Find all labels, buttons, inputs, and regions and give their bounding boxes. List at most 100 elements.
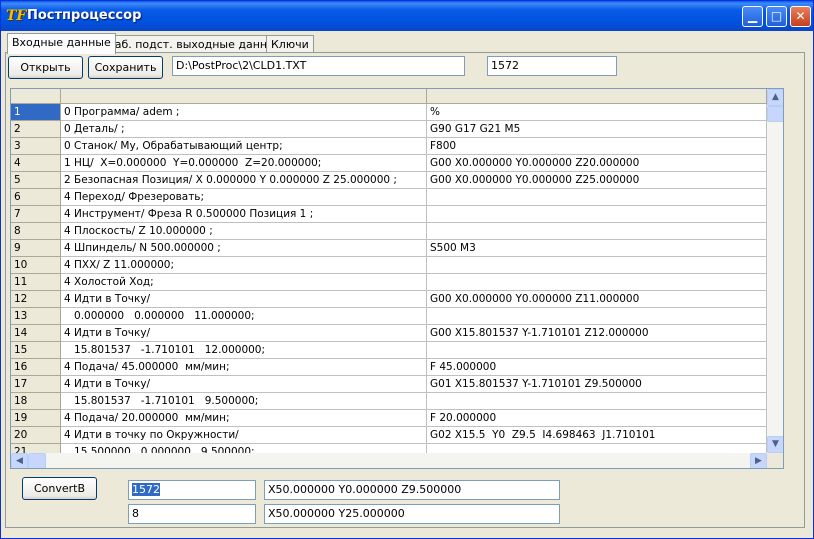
- close-button[interactable]: ✕: [790, 6, 811, 27]
- output-cell[interactable]: G01 X15.801537 Y-1.710101 Z9.500000: [427, 376, 767, 393]
- row-number-cell[interactable]: 10: [11, 257, 61, 274]
- row-number-cell[interactable]: 16: [11, 359, 61, 376]
- table-row[interactable]: 41 НЦ/ X=0.000000 Y=0.000000 Z=20.000000…: [11, 155, 767, 172]
- row-number-cell[interactable]: 2: [11, 121, 61, 138]
- row-number-cell[interactable]: 18: [11, 393, 61, 410]
- row-number-cell[interactable]: 9: [11, 240, 61, 257]
- horizontal-scrollbar[interactable]: ◀ ▶: [11, 453, 767, 468]
- input-cell[interactable]: 4 Идти в Точку/: [61, 325, 427, 342]
- table-row[interactable]: 64 Переход/ Фрезеровать;: [11, 189, 767, 206]
- input-cell[interactable]: 15.801537 -1.710101 12.000000;: [61, 342, 427, 359]
- output-cell[interactable]: G00 X15.801537 Y-1.710101 Z12.000000: [427, 325, 767, 342]
- row-number-cell[interactable]: 19: [11, 410, 61, 427]
- input-cell[interactable]: 4 Подача/ 45.000000 мм/мин;: [61, 359, 427, 376]
- input-cell[interactable]: 1 НЦ/ X=0.000000 Y=0.000000 Z=20.000000;: [61, 155, 427, 172]
- scroll-down-button[interactable]: ▼: [767, 436, 783, 453]
- output-cell[interactable]: [427, 393, 767, 410]
- header-output-column[interactable]: [427, 89, 767, 104]
- table-row[interactable]: 18 15.801537 -1.710101 9.500000;: [11, 393, 767, 410]
- header-input-column[interactable]: [61, 89, 427, 104]
- input-cell[interactable]: 0.000000 0.000000 11.000000;: [61, 308, 427, 325]
- table-row[interactable]: 13 0.000000 0.000000 11.000000;: [11, 308, 767, 325]
- row-number-cell[interactable]: 7: [11, 206, 61, 223]
- row-number-cell[interactable]: 17: [11, 376, 61, 393]
- table-row[interactable]: 17 4 Идти в Точку/G01 X15.801537 Y-1.7101…: [11, 376, 767, 393]
- output-cell[interactable]: S500 M3: [427, 240, 767, 257]
- row-number-cell[interactable]: 13: [11, 308, 61, 325]
- output-cell[interactable]: [427, 223, 767, 240]
- input-cell[interactable]: 4 Плоскость/ Z 10.000000 ;: [61, 223, 427, 240]
- row-number-cell[interactable]: 6: [11, 189, 61, 206]
- row-number-cell[interactable]: 11: [11, 274, 61, 291]
- table-row[interactable]: 15 15.801537 -1.710101 12.000000;: [11, 342, 767, 359]
- table-row[interactable]: 20 Деталь/ ; G90 G17 G21 M5: [11, 121, 767, 138]
- output-cell[interactable]: G00 X0.000000 Y0.000000 Z20.000000: [427, 155, 767, 172]
- current-line-field[interactable]: 1572: [128, 480, 256, 500]
- tab-keys[interactable]: Ключи: [266, 35, 314, 53]
- table-row[interactable]: 10 4 ПХХ/ Z 11.000000;: [11, 257, 767, 274]
- table-row[interactable]: 74 Инструмент/ Фреза R 0.500000 Позиция …: [11, 206, 767, 223]
- input-cell[interactable]: 4 Переход/ Фрезеровать;: [61, 189, 427, 206]
- table-row[interactable]: 12 4 Идти в Точку/G00 X0.000000 Y0.000000…: [11, 291, 767, 308]
- maximize-button[interactable]: □: [766, 6, 787, 27]
- output-cell[interactable]: G90 G17 G21 M5: [427, 121, 767, 138]
- secondary-output-field[interactable]: X50.000000 Y25.000000: [264, 504, 560, 524]
- input-cell[interactable]: 2 Безопасная Позиция/ X 0.000000 Y 0.000…: [61, 172, 427, 189]
- input-cell[interactable]: 4 Подача/ 20.000000 мм/мин;: [61, 410, 427, 427]
- tab-output-table[interactable]: Таб. подст. выходные данные: [103, 35, 288, 53]
- scroll-right-button[interactable]: ▶: [750, 453, 767, 468]
- table-row[interactable]: 94 Шпиндель/ N 500.000000 ; S500 M3: [11, 240, 767, 257]
- table-row[interactable]: 30 Станок/ Му, Обрабатывающий центр; F800: [11, 138, 767, 155]
- save-button[interactable]: Сохранить: [88, 56, 163, 79]
- vertical-scrollbar[interactable]: ▲ ▼: [767, 89, 783, 453]
- output-cell[interactable]: [427, 257, 767, 274]
- current-output-field[interactable]: X50.000000 Y0.000000 Z9.500000: [264, 480, 560, 500]
- row-number-cell[interactable]: 14: [11, 325, 61, 342]
- input-cell[interactable]: 4 Инструмент/ Фреза R 0.500000 Позиция 1…: [61, 206, 427, 223]
- convert-button[interactable]: ConvertB: [22, 477, 97, 500]
- output-cell[interactable]: [427, 206, 767, 223]
- table-row[interactable]: 19 4 Подача/ 20.000000 мм/мин; F 20.000000: [11, 410, 767, 427]
- data-grid[interactable]: 10 Программа/ adem ;% 2 0 Деталь/ ; G90 G17…: [10, 88, 784, 469]
- output-cell[interactable]: [427, 308, 767, 325]
- row-number-cell[interactable]: 1: [11, 104, 61, 121]
- line-count-field[interactable]: 1572: [487, 56, 617, 76]
- output-cell[interactable]: [427, 189, 767, 206]
- table-row[interactable]: 84 Плоскость/ Z 10.000000 ;: [11, 223, 767, 240]
- open-button[interactable]: Открыть: [8, 56, 83, 79]
- input-cell[interactable]: 0 Станок/ Му, Обрабатывающий центр;: [61, 138, 427, 155]
- scroll-left-button[interactable]: ◀: [11, 453, 28, 468]
- row-number-cell[interactable]: 20: [11, 427, 61, 444]
- output-cell[interactable]: F800: [427, 138, 767, 155]
- file-path-field[interactable]: D:\PostProc\2\CLD1.TXT: [172, 56, 465, 76]
- input-cell[interactable]: 4 Шпиндель/ N 500.000000 ;: [61, 240, 427, 257]
- minimize-button[interactable]: ▁: [742, 6, 763, 27]
- input-cell[interactable]: 4 Идти в Точку/: [61, 291, 427, 308]
- tab-input-data[interactable]: Входные данные: [7, 33, 116, 54]
- output-cell[interactable]: F 45.000000: [427, 359, 767, 376]
- output-cell[interactable]: G00 X0.000000 Y0.000000 Z11.000000: [427, 291, 767, 308]
- table-row[interactable]: 10 Программа/ adem ;%: [11, 104, 767, 121]
- output-cell[interactable]: [427, 274, 767, 291]
- table-row[interactable]: 11 4 Холостой Ход;: [11, 274, 767, 291]
- output-cell[interactable]: F 20.000000: [427, 410, 767, 427]
- input-cell[interactable]: 4 Идти в точку по Окружности/: [61, 427, 427, 444]
- input-cell[interactable]: 15.801537 -1.710101 9.500000;: [61, 393, 427, 410]
- title-bar[interactable]: TF Постпроцессор ▁ □ ✕: [1, 1, 813, 31]
- row-number-cell[interactable]: 3: [11, 138, 61, 155]
- secondary-line-field[interactable]: 8: [128, 504, 256, 524]
- output-cell[interactable]: G02 X15.5 Y0 Z9.5 I4.698463 J1.710101: [427, 427, 767, 444]
- input-cell[interactable]: 0 Деталь/ ;: [61, 121, 427, 138]
- row-number-cell[interactable]: 12: [11, 291, 61, 308]
- vertical-scroll-thumb[interactable]: [767, 106, 783, 122]
- table-row[interactable]: 16 4 Подача/ 45.000000 мм/мин; F 45.000000: [11, 359, 767, 376]
- row-number-cell[interactable]: 5: [11, 172, 61, 189]
- input-cell[interactable]: 4 Идти в Точку/: [61, 376, 427, 393]
- output-cell[interactable]: [427, 342, 767, 359]
- row-number-cell[interactable]: 4: [11, 155, 61, 172]
- row-number-cell[interactable]: 8: [11, 223, 61, 240]
- output-cell[interactable]: G00 X0.000000 Y0.000000 Z25.000000: [427, 172, 767, 189]
- row-number-cell[interactable]: 15: [11, 342, 61, 359]
- table-row[interactable]: 20 4 Идти в точку по Окружности/G02 X15.5…: [11, 427, 767, 444]
- horizontal-scroll-thumb[interactable]: [28, 453, 46, 468]
